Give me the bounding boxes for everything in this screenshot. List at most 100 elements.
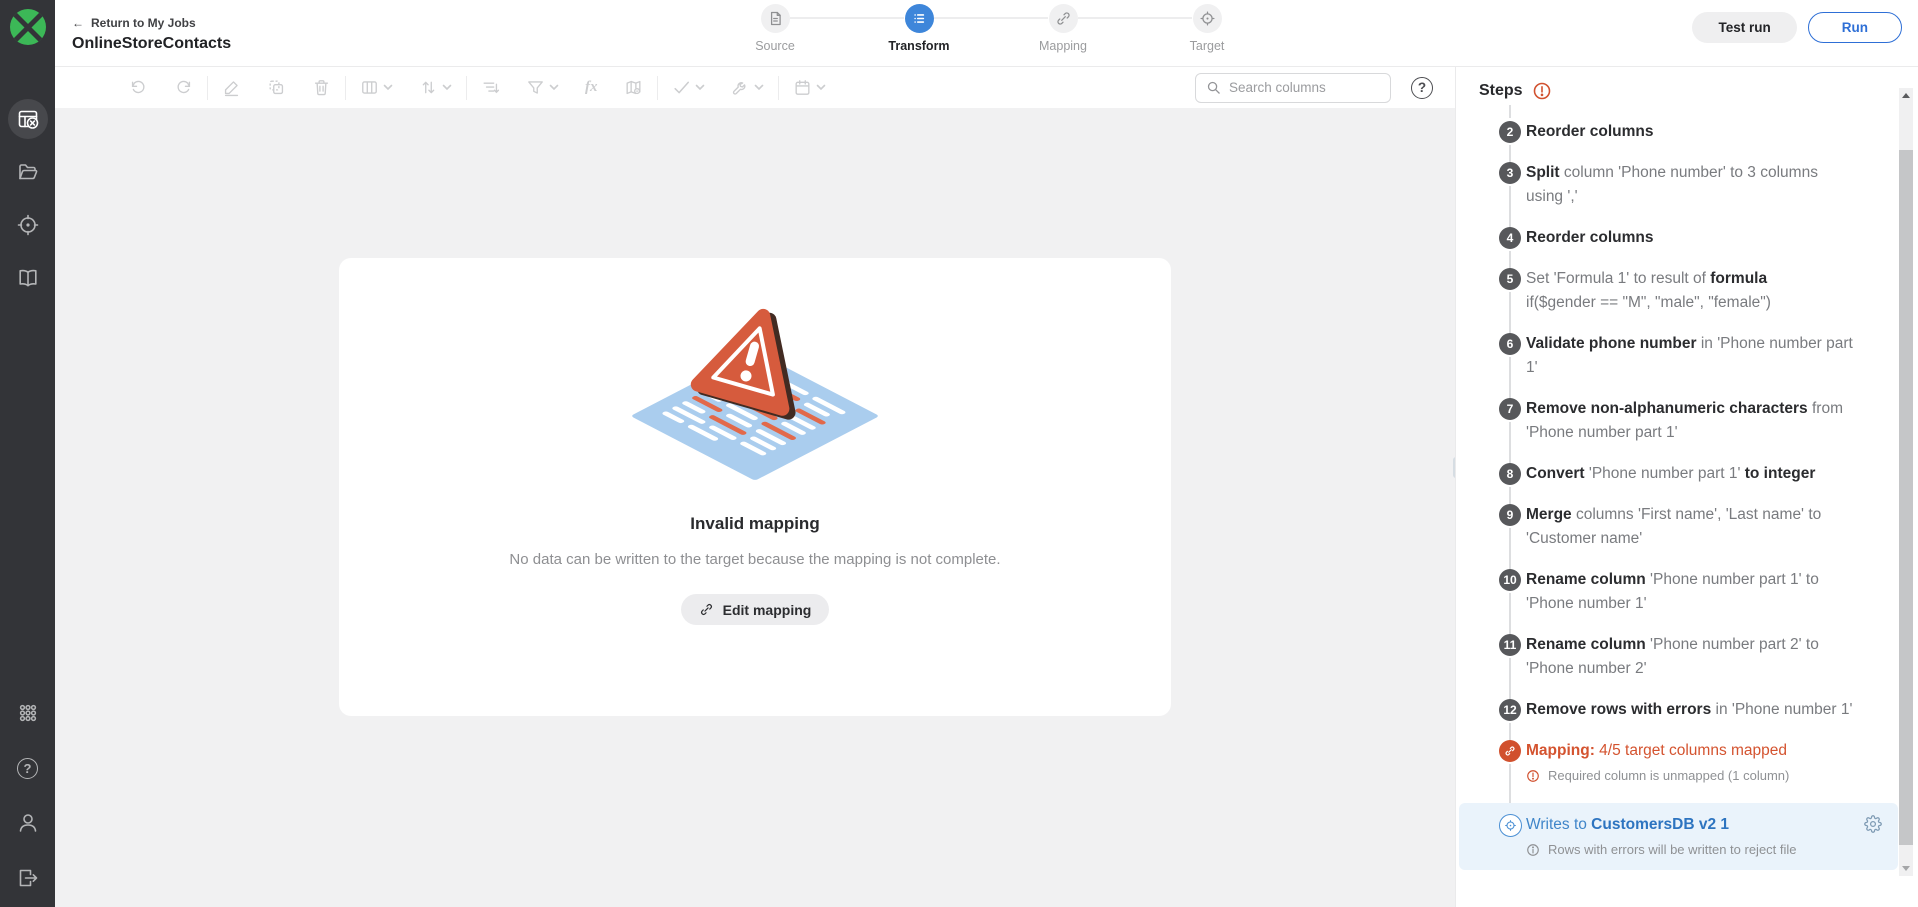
step-text: Reorder columns: [1526, 120, 1858, 144]
info-icon: [1526, 843, 1540, 857]
step-number: 12: [1499, 699, 1521, 721]
data-job-icon: [16, 107, 40, 131]
target-icon: [16, 213, 40, 237]
sidebar-item-library[interactable]: [8, 258, 48, 298]
undo-button[interactable]: [129, 78, 148, 97]
step-text: Convert 'Phone number part 1' to integer: [1526, 462, 1858, 486]
checkmark-icon: [672, 78, 691, 97]
run-button[interactable]: Run: [1808, 12, 1902, 43]
stepper-item-mapping[interactable]: Mapping: [991, 4, 1135, 53]
main-area: ← Return to My Jobs OnlineStoreContacts …: [55, 0, 1918, 907]
step-item-8[interactable]: 8Convert 'Phone number part 1' to intege…: [1479, 462, 1858, 486]
step-item-9[interactable]: 9Merge columns 'First name', 'Last name'…: [1479, 503, 1858, 551]
sort-menu-button[interactable]: [419, 78, 452, 97]
filter-menu-button[interactable]: [526, 78, 559, 97]
calendar-icon: [793, 78, 812, 97]
step-number: 7: [1499, 398, 1521, 420]
step-text: Mapping: 4/5 target columns mapped: [1526, 739, 1858, 763]
chevron-down-icon: [442, 84, 452, 91]
step-item-4[interactable]: 4Reorder columns: [1479, 226, 1858, 250]
chevron-down-icon: [695, 84, 705, 91]
step-number: 3: [1499, 162, 1521, 184]
stepper-item-source[interactable]: Source: [703, 4, 847, 53]
sidebar-item-help[interactable]: ?: [8, 748, 48, 788]
delete-button[interactable]: [312, 78, 331, 97]
sort-rows-button[interactable]: [481, 78, 500, 97]
workflow-stepper: Source Transform: [703, 4, 1279, 53]
columns-menu-button[interactable]: [360, 78, 393, 97]
link-icon: [699, 602, 714, 617]
step-item-mapping[interactable]: Mapping: 4/5 target columns mapped Requi…: [1479, 739, 1858, 786]
search-columns-input[interactable]: [1229, 80, 1380, 95]
mapping-note-text: Required column is unmapped (1 column): [1548, 766, 1789, 786]
formula-button[interactable]: fx: [585, 79, 598, 96]
sidebar-item-sign-out[interactable]: [8, 858, 48, 898]
search-icon: [1206, 80, 1221, 95]
fx-icon: fx: [585, 79, 598, 96]
step-item-5[interactable]: 5Set 'Formula 1' to result of formula if…: [1479, 267, 1858, 315]
sidebar-item-targets[interactable]: [8, 205, 48, 245]
mapping-warning-note: Required column is unmapped (1 column): [1526, 766, 1858, 786]
header-actions: Test run Run: [1692, 12, 1902, 43]
mapping-link-icon: [1049, 4, 1078, 33]
edit-step-button[interactable]: [222, 78, 241, 97]
step-text: Validate phone number in 'Phone number p…: [1526, 332, 1858, 380]
edit-mapping-label: Edit mapping: [723, 602, 812, 618]
title-block: ← Return to My Jobs OnlineStoreContacts: [72, 14, 231, 53]
page-title: OnlineStoreContacts: [72, 35, 231, 53]
stepper-item-transform[interactable]: Transform: [847, 4, 991, 53]
edit-mapping-button[interactable]: Edit mapping: [681, 594, 830, 625]
steps-items: 2Reorder columns 3Split column 'Phone num…: [1479, 120, 1858, 722]
canvas-column: fx: [55, 67, 1455, 907]
step-item-7[interactable]: 7Remove non-alphanumeric characters from…: [1479, 397, 1858, 445]
trash-icon: [312, 78, 331, 97]
scrollbar-thumb[interactable]: [1899, 150, 1913, 845]
stepper-label: Mapping: [1039, 39, 1087, 53]
toolbar-help-button[interactable]: ?: [1411, 77, 1433, 99]
validate-menu-button[interactable]: [672, 78, 705, 97]
sidebar-item-data-jobs[interactable]: [8, 99, 48, 139]
steps-list: 2Reorder columns 3Split column 'Phone num…: [1479, 120, 1918, 870]
copy-icon: [267, 78, 286, 97]
step-item-12[interactable]: 12Remove rows with errors in 'Phone numb…: [1479, 698, 1858, 722]
step-item-3[interactable]: 3Split column 'Phone number' to 3 column…: [1479, 161, 1858, 209]
sort-lines-icon: [481, 78, 500, 97]
transform-toolbar: fx: [55, 67, 1455, 108]
step-item-writes-to-target[interactable]: Writes to CustomersDB v2 1 Rows with err…: [1459, 803, 1898, 870]
lookup-button[interactable]: [624, 78, 643, 97]
step-item-2[interactable]: 2Reorder columns: [1479, 120, 1858, 144]
left-sidebar: ?: [0, 0, 55, 907]
step-item-6[interactable]: 6Validate phone number in 'Phone number …: [1479, 332, 1858, 380]
sidebar-item-apps[interactable]: [8, 693, 48, 733]
fix-menu-button[interactable]: [731, 78, 764, 97]
date-menu-button[interactable]: [793, 78, 826, 97]
step-text: Merge columns 'First name', 'Last name' …: [1526, 503, 1858, 551]
toolbar-divider: [778, 76, 779, 100]
sidebar-item-account[interactable]: [8, 803, 48, 843]
scroll-down-arrow[interactable]: [1902, 866, 1910, 871]
sidebar-item-projects[interactable]: [8, 152, 48, 192]
redo-button[interactable]: [174, 78, 193, 97]
step-text: Remove rows with errors in 'Phone number…: [1526, 698, 1858, 722]
test-run-button[interactable]: Test run: [1692, 12, 1796, 43]
redo-icon: [174, 78, 193, 97]
help-icon: ?: [17, 758, 38, 779]
app-window: ?: [0, 0, 1918, 907]
back-label: Return to My Jobs: [91, 16, 196, 30]
step-text: Rename column 'Phone number part 1' to '…: [1526, 568, 1858, 616]
step-item-10[interactable]: 10Rename column 'Phone number part 1' to…: [1479, 568, 1858, 616]
step-number: 10: [1499, 569, 1521, 591]
duplicate-button[interactable]: [267, 78, 286, 97]
folder-icon: [16, 160, 40, 184]
book-icon: [16, 266, 40, 290]
warning-small-icon: [1526, 769, 1540, 783]
target-settings-button[interactable]: [1864, 815, 1882, 833]
sort-arrows-icon: [419, 78, 438, 97]
toolbar-divider: [207, 76, 208, 100]
scroll-up-arrow[interactable]: [1902, 93, 1910, 98]
step-item-11[interactable]: 11Rename column 'Phone number part 2' to…: [1479, 633, 1858, 681]
steps-scrollbar[interactable]: [1899, 88, 1913, 876]
back-arrow-icon: ←: [72, 16, 84, 30]
stepper-item-target[interactable]: Target: [1135, 4, 1279, 53]
back-to-my-jobs-link[interactable]: ← Return to My Jobs: [72, 16, 231, 30]
